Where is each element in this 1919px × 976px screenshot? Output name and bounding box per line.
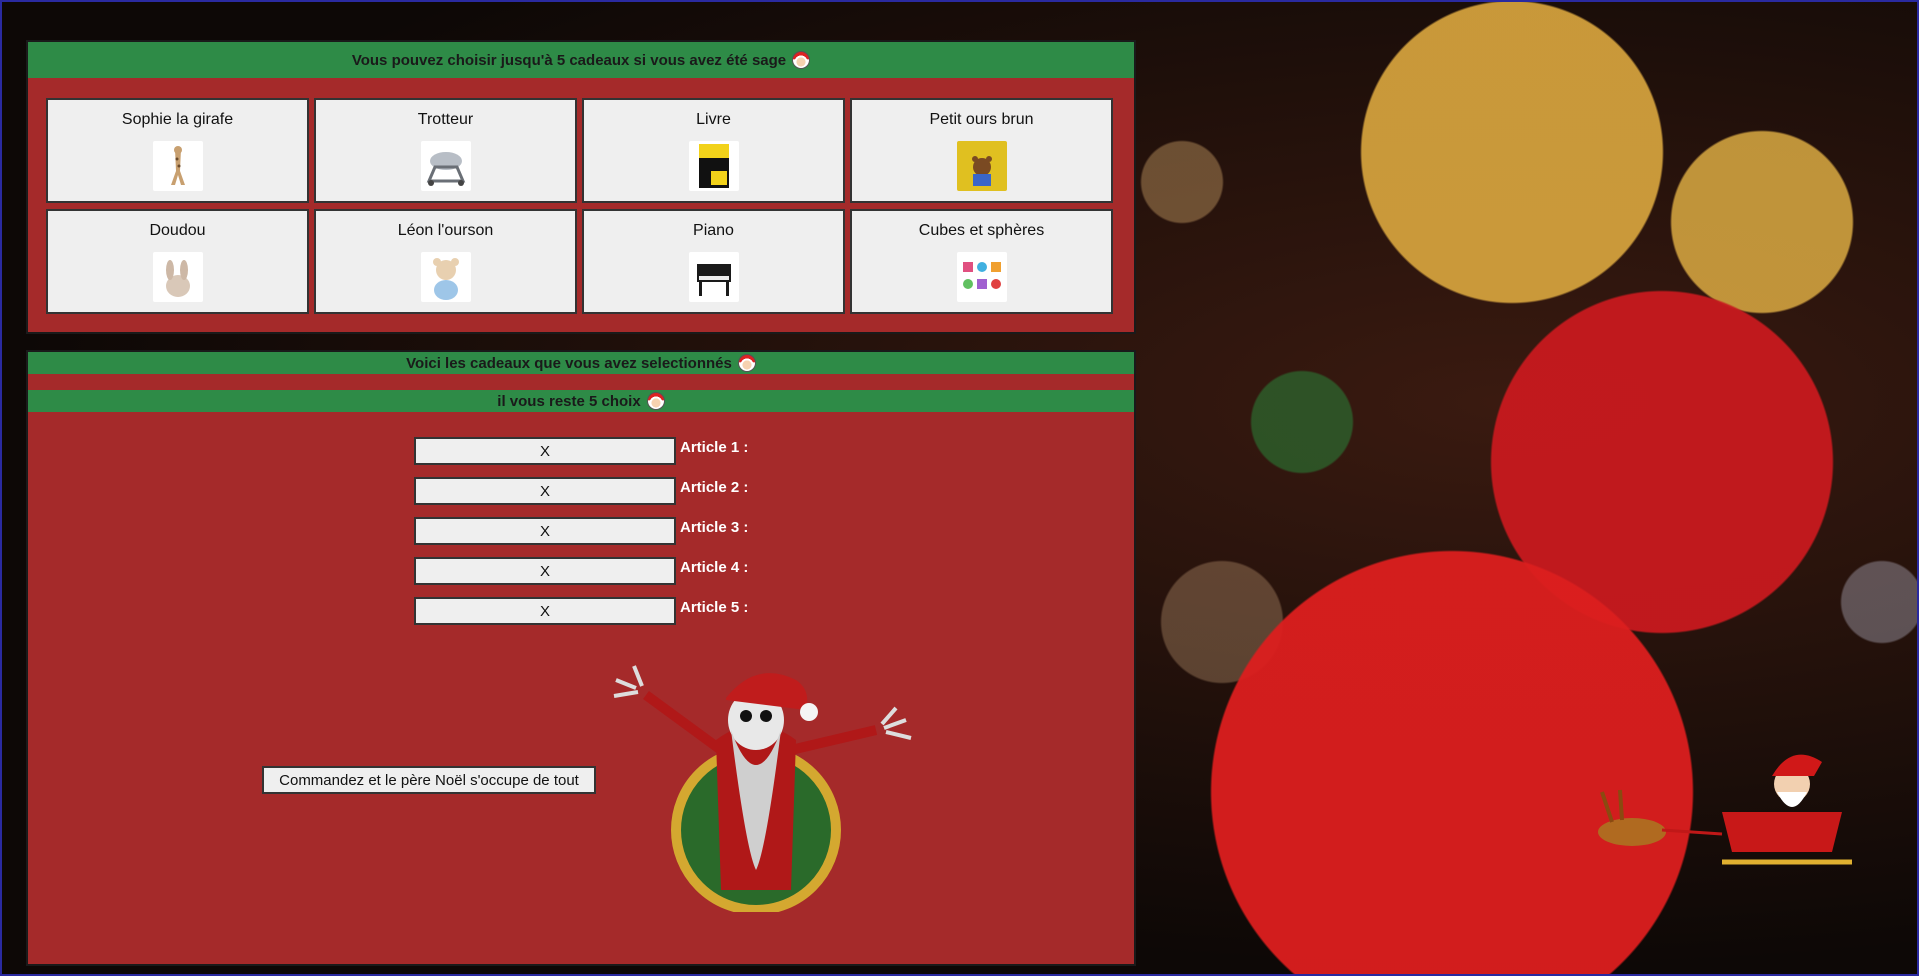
remove-article-1-button[interactable]: X <box>414 437 676 465</box>
article-row-1: X Article 1 : <box>414 436 748 466</box>
gift-card-label: Doudou <box>149 222 206 239</box>
article-row-2: X Article 2 : <box>414 476 748 506</box>
santa-emoji-icon <box>646 392 665 410</box>
remove-article-2-button[interactable]: X <box>414 477 676 505</box>
santa-emoji-icon <box>737 354 756 372</box>
article-row-3: X Article 3 : <box>414 516 748 546</box>
gift-card-doudou[interactable]: Doudou <box>46 209 309 314</box>
teddy-bear-icon <box>420 252 471 302</box>
baby-walker-icon <box>420 141 471 191</box>
santa-sleigh-icon <box>1598 754 1852 865</box>
giraffe-toy-icon <box>152 141 203 191</box>
article-row-4: X Article 4 : <box>414 556 748 586</box>
order-button[interactable]: Commandez et le père Noël s'occupe de to… <box>262 766 596 794</box>
selection-header: Voici les cadeaux que vous avez selectio… <box>28 352 1134 374</box>
bear-book-icon <box>956 141 1007 191</box>
gift-card-trotteur[interactable]: Trotteur <box>314 98 577 203</box>
gift-card-label: Livre <box>696 111 731 128</box>
gift-grid: Sophie la girafe Trotteur Livre Petit ou… <box>46 98 1117 314</box>
article-3-label: Article 3 : <box>680 518 749 536</box>
gift-card-label: Piano <box>693 222 734 239</box>
book-icon <box>688 141 739 191</box>
article-4-label: Article 4 : <box>680 558 749 576</box>
gift-card-sophie-la-girafe[interactable]: Sophie la girafe <box>46 98 309 203</box>
gift-choice-panel: Vous pouvez choisir jusqu'à 5 cadeaux si… <box>26 40 1136 334</box>
gift-choice-header-text: Vous pouvez choisir jusqu'à 5 cadeaux si… <box>351 51 787 69</box>
gift-card-livre[interactable]: Livre <box>582 98 845 203</box>
gift-card-leon-l-ourson[interactable]: Léon l'ourson <box>314 209 577 314</box>
gift-choice-header: Vous pouvez choisir jusqu'à 5 cadeaux si… <box>28 42 1134 78</box>
gift-card-petit-ours-brun[interactable]: Petit ours brun <box>850 98 1113 203</box>
gift-card-label: Petit ours brun <box>929 111 1034 128</box>
remaining-choices-bar: il vous reste 5 choix <box>28 390 1134 412</box>
santa-jack-illustration-icon <box>613 665 912 912</box>
gift-card-label: Sophie la girafe <box>121 111 234 128</box>
gift-card-label: Trotteur <box>417 111 474 128</box>
gift-card-label: Cubes et sphères <box>918 222 1045 239</box>
article-5-label: Article 5 : <box>680 598 749 616</box>
remaining-choices-text: il vous reste 5 choix <box>497 392 641 410</box>
remove-article-3-button[interactable]: X <box>414 517 676 545</box>
gift-card-label: Léon l'ourson <box>397 222 494 239</box>
piano-icon <box>688 252 739 302</box>
article-1-label: Article 1 : <box>680 438 749 456</box>
cubes-spheres-icon <box>956 252 1007 302</box>
selection-panel: Voici les cadeaux que vous avez selectio… <box>26 350 1136 966</box>
article-2-label: Article 2 : <box>680 478 749 496</box>
santa-emoji-icon <box>792 51 811 69</box>
selection-header-text: Voici les cadeaux que vous avez selectio… <box>406 354 732 372</box>
gift-card-cubes-et-spheres[interactable]: Cubes et sphères <box>850 209 1113 314</box>
article-row-5: X Article 5 : <box>414 596 748 626</box>
remove-article-5-button[interactable]: X <box>414 597 676 625</box>
plush-rabbit-icon <box>152 252 203 302</box>
remove-article-4-button[interactable]: X <box>414 557 676 585</box>
gift-card-piano[interactable]: Piano <box>582 209 845 314</box>
